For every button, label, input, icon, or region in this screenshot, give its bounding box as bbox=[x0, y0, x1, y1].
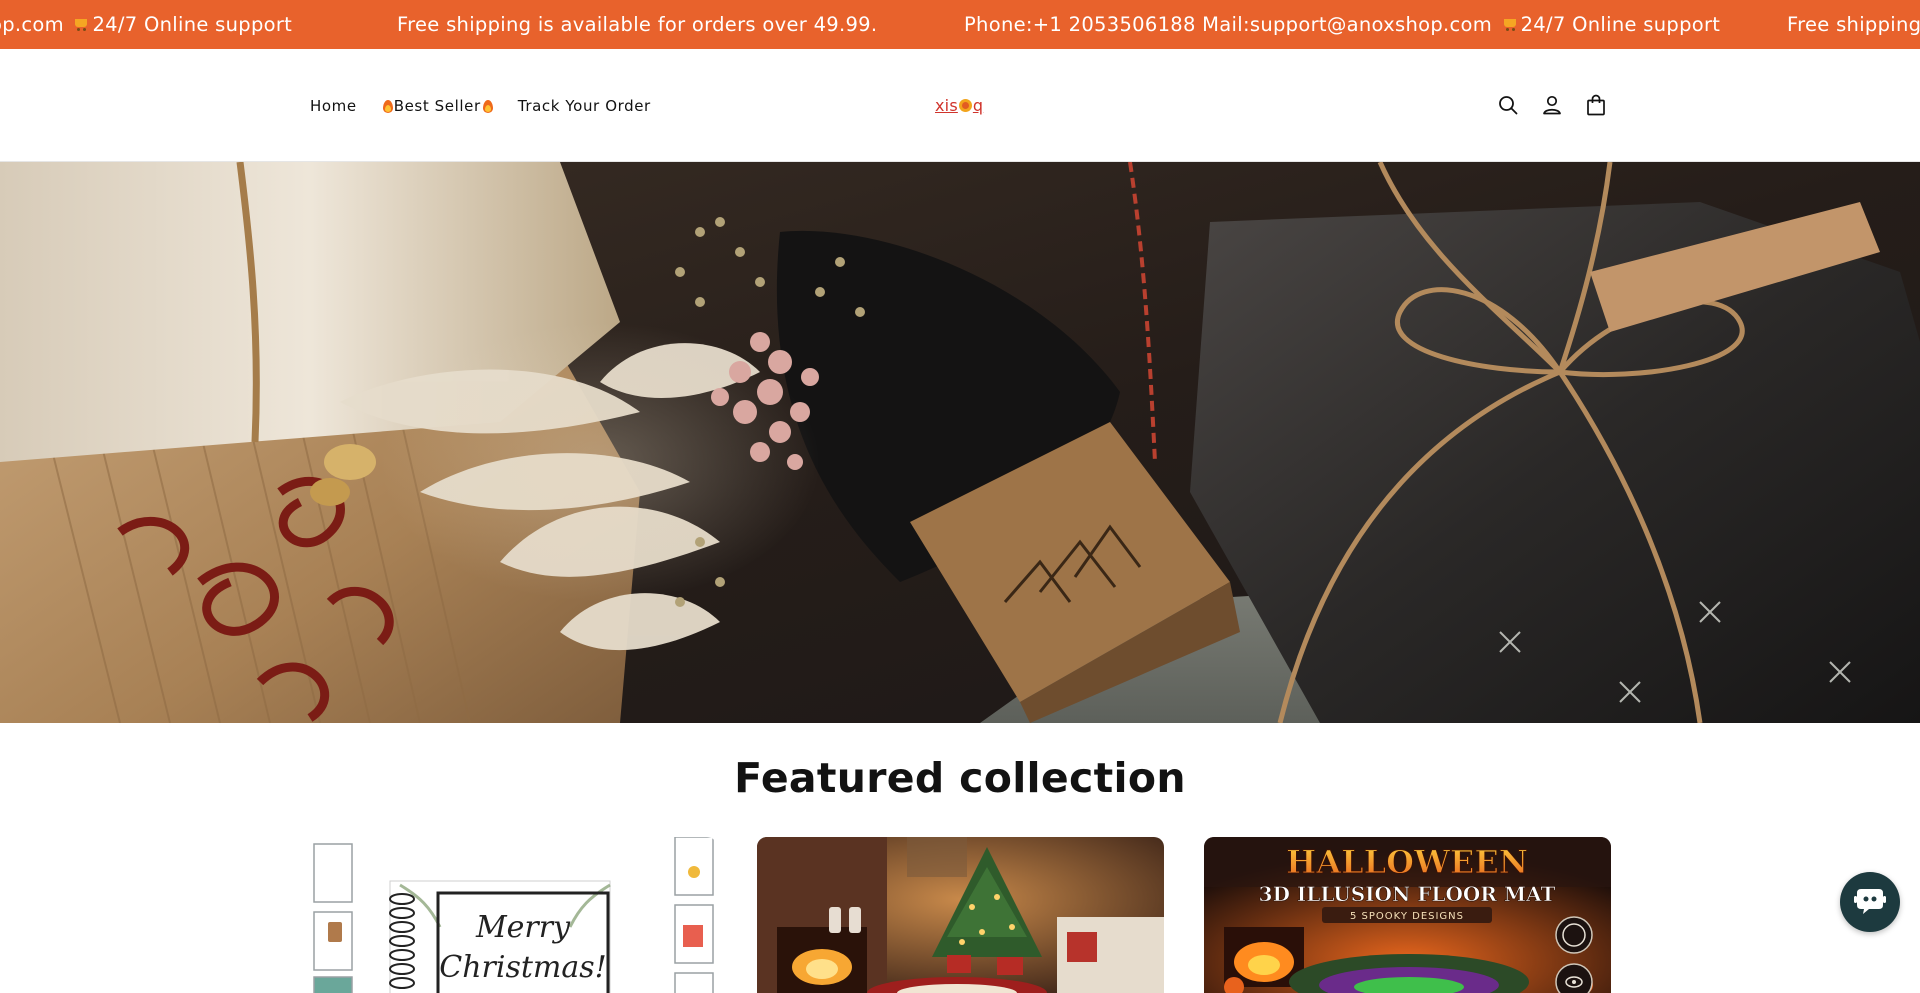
announcement-text: op.com bbox=[0, 13, 64, 36]
product-image: Merry Christmas! bbox=[310, 837, 717, 993]
store-logo[interactable]: xis q bbox=[935, 93, 983, 117]
card-image-text: 3D ILLUSION FLOOR MAT bbox=[1259, 882, 1556, 906]
header-icons bbox=[1496, 93, 1608, 117]
card-image-text: HALLOWEEN bbox=[1286, 843, 1528, 881]
announcement-bar: op.com 24/7 Online support Free shipping… bbox=[0, 0, 1920, 49]
shopping-cart-icon bbox=[72, 16, 90, 32]
chat-bot-icon bbox=[1854, 889, 1886, 914]
announcement-text: Phone:+1 2053506188 Mail:support@anoxsho… bbox=[964, 13, 1493, 36]
main-nav: Home Best Seller Track Your Order bbox=[310, 49, 651, 162]
hero-gift-image bbox=[0, 162, 1920, 723]
shopping-cart-icon bbox=[1501, 16, 1519, 32]
announcement-message: Free shipping is available for orders ov… bbox=[397, 13, 878, 36]
cart-button[interactable] bbox=[1584, 93, 1608, 117]
featured-collection-grid: Merry Christmas! HALLOWEEN 3D ILLUSION F… bbox=[310, 837, 1611, 993]
product-card[interactable]: HALLOWEEN 3D ILLUSION FLOOR MAT 5 SPOOKY… bbox=[1204, 837, 1611, 993]
search-button[interactable] bbox=[1496, 93, 1520, 117]
product-card[interactable] bbox=[757, 837, 1164, 993]
logo-text: q bbox=[972, 95, 984, 115]
nav-link-best-seller[interactable]: Best Seller bbox=[381, 97, 494, 115]
announcement-message: Phone:+1 2053506188 Mail:support@anoxsho… bbox=[964, 0, 1720, 49]
cart-icon bbox=[1587, 94, 1605, 116]
announcement-text: 24/7 Online support bbox=[1520, 13, 1721, 36]
card-image-text: 5 SPOOKY DESIGNS bbox=[1350, 911, 1464, 922]
product-image bbox=[757, 837, 1164, 993]
nav-link-home[interactable]: Home bbox=[310, 97, 357, 115]
nav-link-track-order[interactable]: Track Your Order bbox=[518, 97, 651, 115]
card-image-text: Christmas! bbox=[439, 950, 606, 985]
product-card[interactable]: Merry Christmas! bbox=[310, 837, 717, 993]
logo-mark-icon bbox=[958, 98, 972, 112]
chat-button[interactable] bbox=[1840, 872, 1900, 932]
fire-icon bbox=[382, 98, 393, 113]
site-header: Home Best Seller Track Your Order xis q bbox=[0, 49, 1920, 162]
hero-banner bbox=[0, 162, 1920, 723]
announcement-text: 24/7 Online support bbox=[92, 13, 293, 36]
featured-collection-title: Featured collection bbox=[734, 754, 1186, 802]
account-icon bbox=[1543, 95, 1561, 115]
announcement-message: Free shipping bbox=[1787, 13, 1920, 36]
product-image: HALLOWEEN 3D ILLUSION FLOOR MAT 5 SPOOKY… bbox=[1204, 837, 1611, 993]
account-button[interactable] bbox=[1540, 93, 1564, 117]
nav-link-label: Best Seller bbox=[393, 96, 481, 115]
fire-icon bbox=[482, 98, 493, 113]
card-image-text: Merry bbox=[475, 910, 571, 945]
announcement-message: op.com 24/7 Online support bbox=[0, 0, 292, 49]
search-icon bbox=[1499, 96, 1518, 115]
logo-text: xis bbox=[935, 95, 958, 115]
